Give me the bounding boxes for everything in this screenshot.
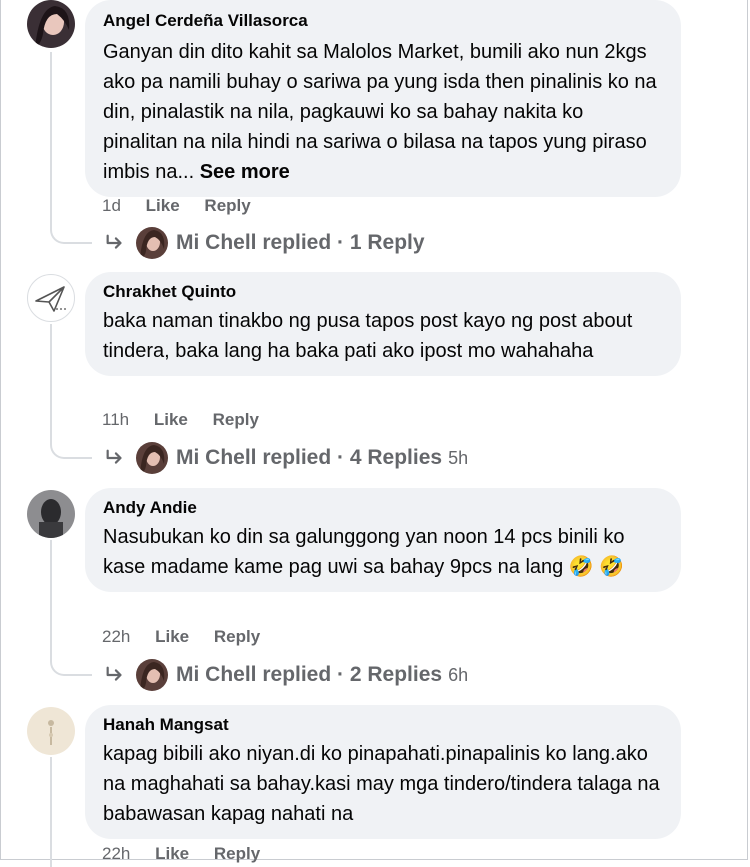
comment-actions: 22h Like Reply <box>102 626 280 648</box>
reply-button[interactable]: Reply <box>204 196 250 215</box>
replies-link[interactable]: Mi Chell replied · 2 Replies 6h <box>104 659 468 691</box>
comment-author[interactable]: Angel Cerdeña Villasorca <box>103 9 663 33</box>
like-button[interactable]: Like <box>155 627 189 646</box>
replied-name: Mi Chell replied <box>176 231 332 254</box>
comment-actions: 11h Like Reply <box>102 409 279 431</box>
comment-time[interactable]: 22h <box>102 844 130 863</box>
comment-author[interactable]: Chrakhet Quinto <box>103 280 663 304</box>
reply-time: 5h <box>448 447 469 468</box>
comment-body: Ganyan din dito kahit sa Malolos Market,… <box>103 41 657 183</box>
replies-link[interactable]: Mi Chell replied · 1 Reply <box>104 227 425 259</box>
comment-time[interactable]: 1d <box>102 196 121 215</box>
avatar[interactable] <box>27 274 75 322</box>
thread-line <box>50 757 92 867</box>
avatar <box>136 442 168 474</box>
comment-bubble: Angel Cerdeña Villasorca Ganyan din dito… <box>85 0 681 197</box>
comment-body: baka naman tinakbo ng pusa tapos post ka… <box>103 310 633 362</box>
like-button[interactable]: Like <box>155 844 189 863</box>
comment-actions: 1d Like Reply <box>102 195 271 217</box>
reply-count: · 2 Replies <box>337 663 443 686</box>
comment-time[interactable]: 22h <box>102 627 130 646</box>
reply-arrow-icon <box>106 666 122 681</box>
reply-count: · 1 Reply <box>337 231 425 254</box>
replied-name: Mi Chell replied <box>176 663 332 686</box>
avatar[interactable] <box>27 707 75 755</box>
reply-arrow-icon <box>106 449 122 464</box>
comment-author[interactable]: Andy Andie <box>103 496 663 520</box>
avatar <box>136 227 168 259</box>
reply-arrow-icon <box>106 234 122 249</box>
reply-count: · 4 Replies <box>337 446 443 469</box>
avatar[interactable] <box>27 0 75 48</box>
comment-time[interactable]: 11h <box>102 410 129 429</box>
comment-bubble: Andy Andie Nasubukan ko din sa galunggon… <box>85 488 681 592</box>
comment-body: Nasubukan ko din sa galunggong yan noon … <box>103 526 625 578</box>
thread-line <box>50 324 92 459</box>
comment-body: kapag bibili ako niyan.di ko pinapahati.… <box>103 743 660 825</box>
like-button[interactable]: Like <box>146 196 180 215</box>
comment-bubble: Hanah Mangsat kapag bibili ako niyan.di … <box>85 705 681 839</box>
replied-name: Mi Chell replied <box>176 446 332 469</box>
reply-time: 6h <box>448 664 469 685</box>
comment-text: Ganyan din dito kahit sa Malolos Market,… <box>103 37 663 187</box>
see-more-link[interactable]: See more <box>200 161 290 183</box>
thread-line <box>50 52 92 244</box>
paper-plane-icon <box>35 286 66 312</box>
replies-link[interactable]: Mi Chell replied · 4 Replies 5h <box>104 442 468 474</box>
thread-line <box>50 540 92 676</box>
comment-author[interactable]: Hanah Mangsat <box>103 713 663 737</box>
reply-button[interactable]: Reply <box>213 410 259 429</box>
comment-text: Nasubukan ko din sa galunggong yan noon … <box>103 522 663 582</box>
avatar <box>136 659 168 691</box>
comment-bubble: Chrakhet Quinto baka naman tinakbo ng pu… <box>85 272 681 376</box>
rolling-laughing-emoji: 🤣 <box>568 556 594 578</box>
reply-button[interactable]: Reply <box>214 844 260 863</box>
avatar[interactable] <box>27 490 75 538</box>
like-button[interactable]: Like <box>154 410 188 429</box>
rolling-laughing-emoji: 🤣 <box>599 556 625 578</box>
reply-button[interactable]: Reply <box>214 627 260 646</box>
